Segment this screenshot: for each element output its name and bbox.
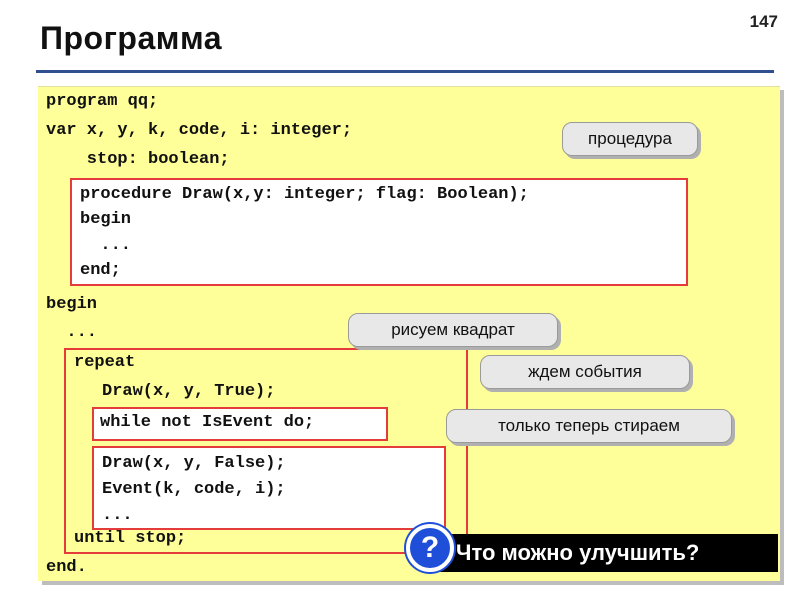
slide-title: Программа [40, 20, 222, 56]
code-line-until: until stop; [74, 529, 187, 548]
code-line-stop: stop: boolean; [46, 150, 230, 169]
code-line-procedure-end: end; [80, 261, 121, 280]
code-line-var: var x, y, k, code, i: integer; [46, 121, 353, 140]
slide-number: 147 [749, 12, 778, 31]
title-underline [36, 70, 774, 73]
code-line-program: program qq; [46, 92, 159, 111]
code-line-event: Event(k, code, i); [102, 480, 286, 499]
code-line-procedure-begin: begin [80, 210, 132, 229]
callout-erase-now: только теперь стираем [446, 409, 732, 443]
code-line-begin: begin [46, 295, 98, 314]
code-line-repeat: repeat [74, 353, 136, 372]
callout-draw-square: рисуем квадрат [348, 313, 558, 347]
callout-wait-event: ждем события [480, 355, 690, 389]
question-mark-icon: ? [406, 524, 454, 572]
question-banner: ? Что можно улучшить? [406, 524, 780, 580]
code-line-draw-false: Draw(x, y, False); [102, 454, 286, 473]
question-text: Что можно улучшить? [440, 534, 778, 572]
code-line-end: end. [46, 558, 87, 577]
code-line-draw-true: Draw(x, y, True); [102, 382, 276, 401]
code-line-dots: ... [46, 323, 98, 342]
code-line-while: while not IsEvent do; [100, 413, 315, 432]
code-line-procedure-header: procedure Draw(x,y: integer; flag: Boole… [80, 185, 529, 204]
code-line-procedure-dots: ... [80, 236, 132, 255]
callout-procedure: процедура [562, 122, 698, 156]
